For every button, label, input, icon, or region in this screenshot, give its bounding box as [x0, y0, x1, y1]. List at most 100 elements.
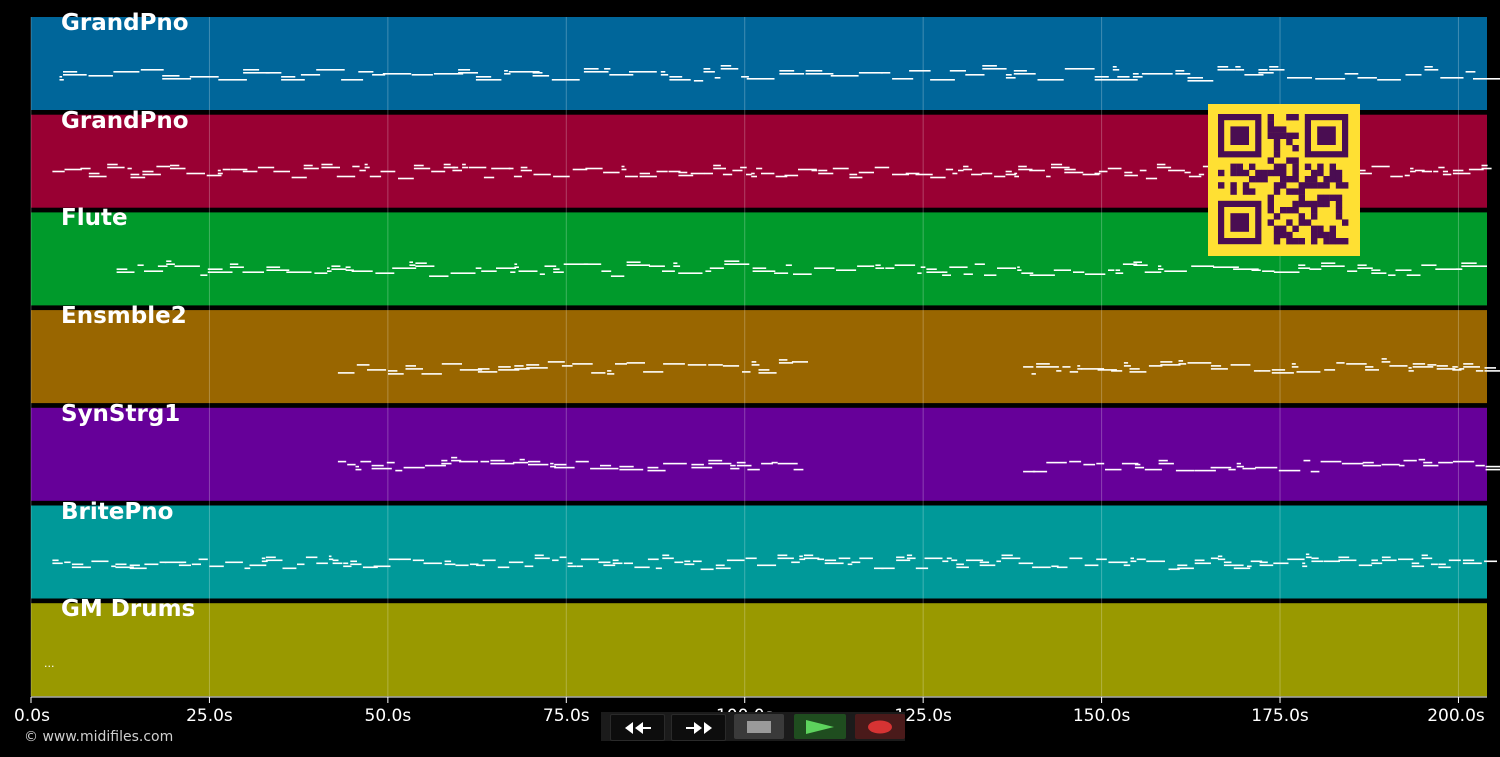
- midi-note: [1418, 458, 1426, 461]
- midi-note: [874, 166, 890, 169]
- midi-note: [1117, 79, 1138, 81]
- midi-note: [1111, 370, 1123, 372]
- midi-note: [441, 363, 462, 365]
- midi-note: [398, 177, 414, 180]
- midi-note: [1362, 464, 1382, 467]
- record-icon: [868, 720, 892, 733]
- midi-note: [678, 171, 688, 174]
- midi-note: [1421, 557, 1433, 560]
- midi-note: [1438, 566, 1451, 569]
- midi-note: [591, 372, 606, 374]
- midi-note: [805, 70, 823, 72]
- midi-note: [691, 466, 713, 469]
- midi-note: [1014, 172, 1018, 175]
- midi-note: [724, 263, 750, 265]
- midi-note: [52, 559, 59, 562]
- midi-note: [1096, 462, 1105, 465]
- midi-note: [1115, 272, 1124, 274]
- midi-note: [736, 464, 752, 467]
- midi-note: [1388, 274, 1396, 276]
- midi-note: [356, 364, 370, 366]
- midi-note: [1302, 562, 1306, 565]
- midi-note: [1132, 73, 1139, 75]
- midi-note: [1124, 174, 1138, 177]
- midi-note: [483, 176, 495, 179]
- midi-note: [662, 557, 674, 560]
- midi-note: [1217, 558, 1226, 561]
- track-lane[interactable]: [31, 603, 1487, 697]
- midi-note: [662, 270, 675, 272]
- midi-note: [1303, 459, 1311, 462]
- midi-note: [996, 560, 1001, 563]
- midi-note: [997, 267, 1016, 269]
- midi-note: [1427, 364, 1437, 366]
- rewind-button[interactable]: [610, 714, 665, 741]
- record-button[interactable]: [855, 714, 905, 739]
- midi-note: [1305, 556, 1312, 559]
- midi-note: [858, 171, 874, 174]
- midi-note: [1362, 461, 1374, 464]
- midi-note: [572, 168, 588, 171]
- midi-note: [1210, 557, 1219, 560]
- midi-note: [200, 274, 208, 276]
- midi-note: [209, 565, 224, 568]
- midi-note: [703, 71, 715, 73]
- midi-note: [673, 265, 681, 267]
- midi-note: [880, 72, 891, 74]
- stop-icon: [747, 720, 771, 733]
- midi-note: [282, 567, 297, 570]
- midi-note: [952, 172, 958, 175]
- midi-note: [610, 275, 625, 277]
- stop-button[interactable]: [734, 714, 784, 739]
- midi-note: [1001, 557, 1021, 560]
- midi-note: [779, 73, 805, 75]
- midi-note: [242, 271, 264, 273]
- track-lane[interactable]: [31, 310, 1487, 404]
- track-lane[interactable]: [31, 17, 1487, 110]
- midi-note: [1084, 273, 1106, 275]
- midi-note: [1064, 171, 1084, 174]
- midi-note: [291, 176, 307, 179]
- midi-note: [1321, 265, 1345, 267]
- track-lane[interactable]: [31, 407, 1487, 501]
- midi-note: [1395, 269, 1412, 271]
- midi-note: [413, 164, 424, 167]
- midi-note: [526, 364, 540, 366]
- midi-note: [316, 69, 345, 71]
- fast-forward-icon: [685, 721, 712, 734]
- midi-note: [603, 171, 620, 174]
- midi-note: [730, 467, 740, 470]
- midi-note: [1146, 560, 1165, 563]
- midi-note: [1255, 466, 1278, 469]
- midi-note: [327, 267, 330, 269]
- track-name-label: Ensmble2: [61, 303, 187, 330]
- time-tick-label: 50.0s: [364, 706, 412, 726]
- midi-note: [388, 558, 400, 561]
- play-button[interactable]: [794, 714, 846, 739]
- midi-note: [1484, 560, 1497, 563]
- midi-note: [1036, 366, 1059, 368]
- midi-note: [534, 554, 544, 557]
- midi-note: [1187, 362, 1212, 364]
- track-lane[interactable]: [31, 505, 1487, 599]
- midi-note: [751, 175, 757, 178]
- fast-forward-button[interactable]: [671, 714, 726, 741]
- midi-note: [758, 369, 770, 371]
- midi-note: [71, 566, 91, 569]
- midi-note: [774, 272, 789, 274]
- midi-note: [458, 72, 478, 74]
- midi-note: [229, 266, 244, 268]
- midi-note: [476, 564, 485, 567]
- midi-note: [643, 371, 664, 373]
- midi-note: [1032, 470, 1048, 473]
- midi-note: [130, 176, 146, 179]
- midi-note: [946, 557, 952, 560]
- midi-note: [1129, 371, 1147, 373]
- midi-note: [1141, 73, 1173, 75]
- midi-note: [979, 564, 996, 567]
- midi-note: [1324, 560, 1340, 563]
- midi-note: [1271, 369, 1286, 371]
- midi-note: [1298, 264, 1306, 266]
- midi-note: [1194, 562, 1211, 565]
- midi-note: [469, 166, 487, 169]
